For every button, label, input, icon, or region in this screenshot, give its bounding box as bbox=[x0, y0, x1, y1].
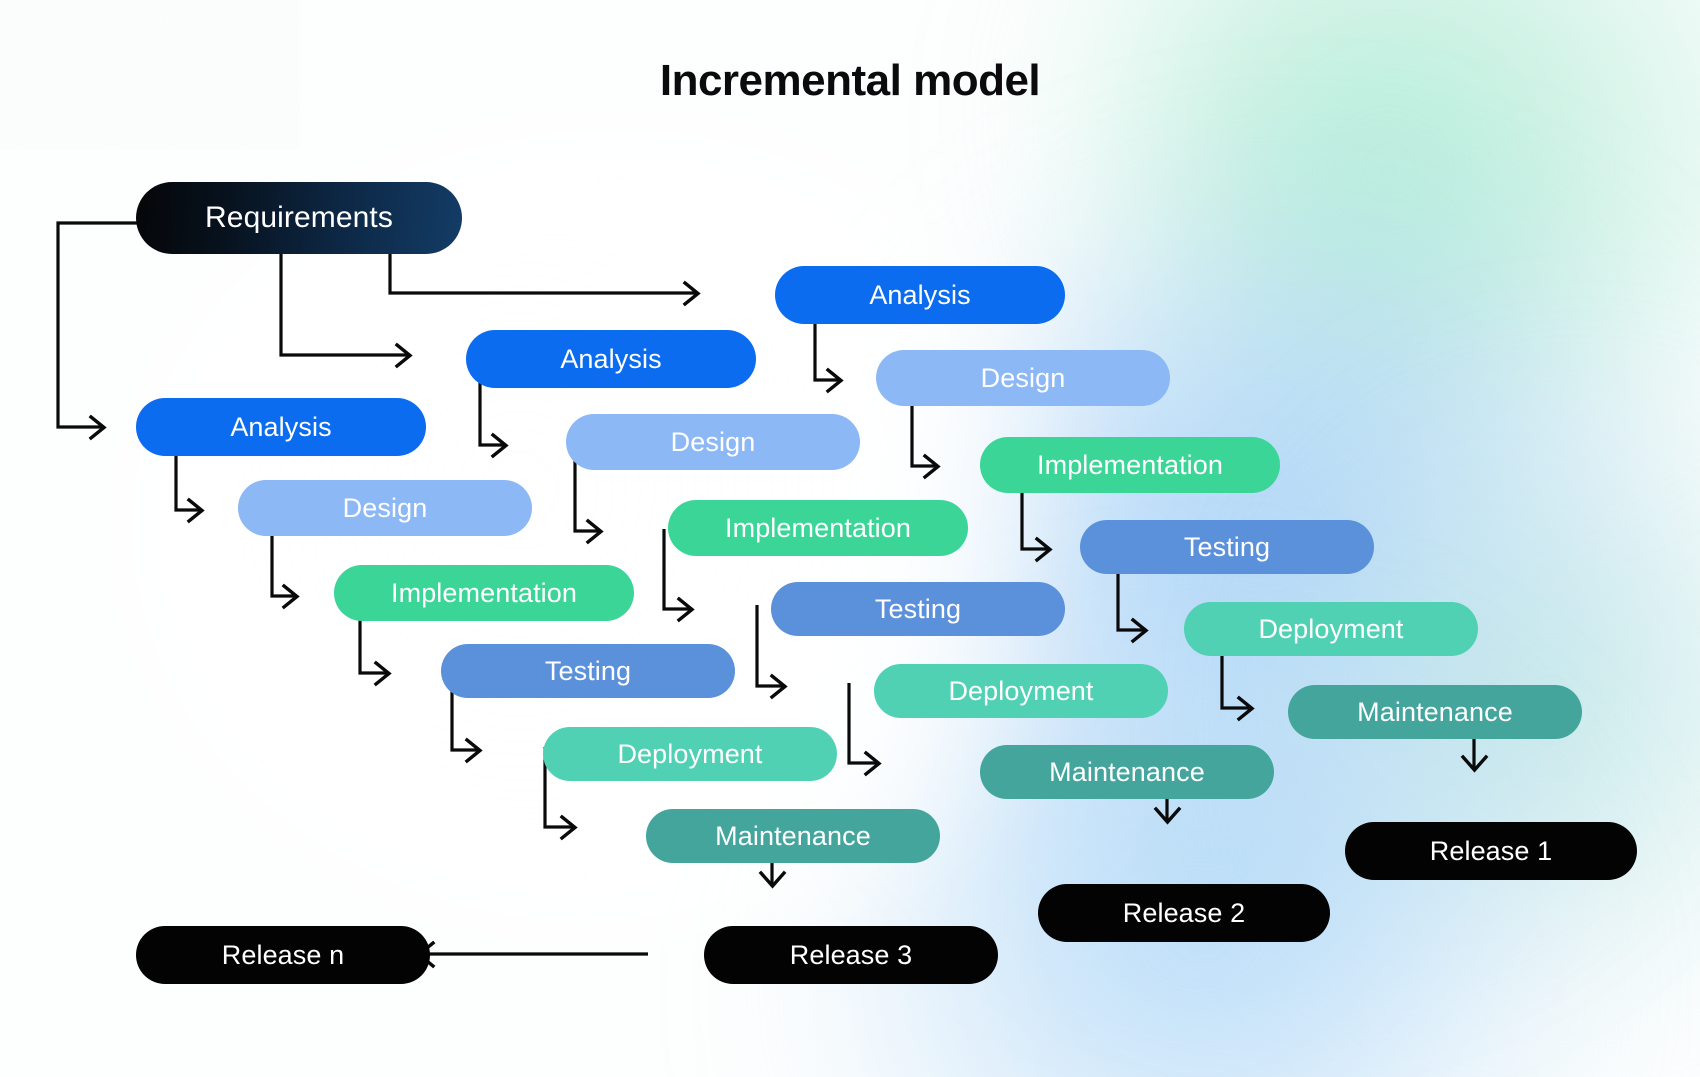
node-inc3-analysis[interactable]: Analysis bbox=[136, 398, 426, 456]
node-release-2[interactable]: Release 2 bbox=[1038, 884, 1330, 942]
node-inc1-deployment[interactable]: Deployment bbox=[1184, 602, 1478, 656]
node-inc2-analysis[interactable]: Analysis bbox=[466, 330, 756, 388]
connector-req-to-inc1-analysis bbox=[388, 254, 701, 307]
node-inc3-deployment[interactable]: Deployment bbox=[543, 727, 837, 781]
node-release-3[interactable]: Release 3 bbox=[704, 926, 998, 984]
diagram-canvas: Incremental model Requirements Analysis … bbox=[0, 0, 1700, 1077]
node-inc3-maintenance[interactable]: Maintenance bbox=[646, 809, 940, 863]
node-inc3-testing[interactable]: Testing bbox=[441, 644, 735, 698]
connector-req-to-inc3-analysis bbox=[56, 221, 138, 441]
node-inc2-testing[interactable]: Testing bbox=[771, 582, 1065, 636]
node-requirements[interactable]: Requirements bbox=[136, 182, 462, 254]
node-release-1[interactable]: Release 1 bbox=[1345, 822, 1637, 880]
node-inc1-analysis[interactable]: Analysis bbox=[775, 266, 1065, 324]
node-release-n[interactable]: Release n bbox=[136, 926, 430, 984]
node-inc3-design[interactable]: Design bbox=[238, 480, 532, 536]
node-inc2-maintenance[interactable]: Maintenance bbox=[980, 745, 1274, 799]
node-inc1-design[interactable]: Design bbox=[876, 350, 1170, 406]
node-inc3-implementation[interactable]: Implementation bbox=[334, 565, 634, 621]
connector-release3-to-releasen bbox=[416, 940, 648, 969]
node-inc2-implementation[interactable]: Implementation bbox=[668, 500, 968, 556]
node-inc2-deployment[interactable]: Deployment bbox=[874, 664, 1168, 718]
node-inc1-maintenance[interactable]: Maintenance bbox=[1288, 685, 1582, 739]
page-title: Incremental model bbox=[659, 56, 1041, 105]
node-inc2-design[interactable]: Design bbox=[566, 414, 860, 470]
node-inc1-implementation[interactable]: Implementation bbox=[980, 437, 1280, 493]
node-inc1-testing[interactable]: Testing bbox=[1080, 520, 1374, 574]
